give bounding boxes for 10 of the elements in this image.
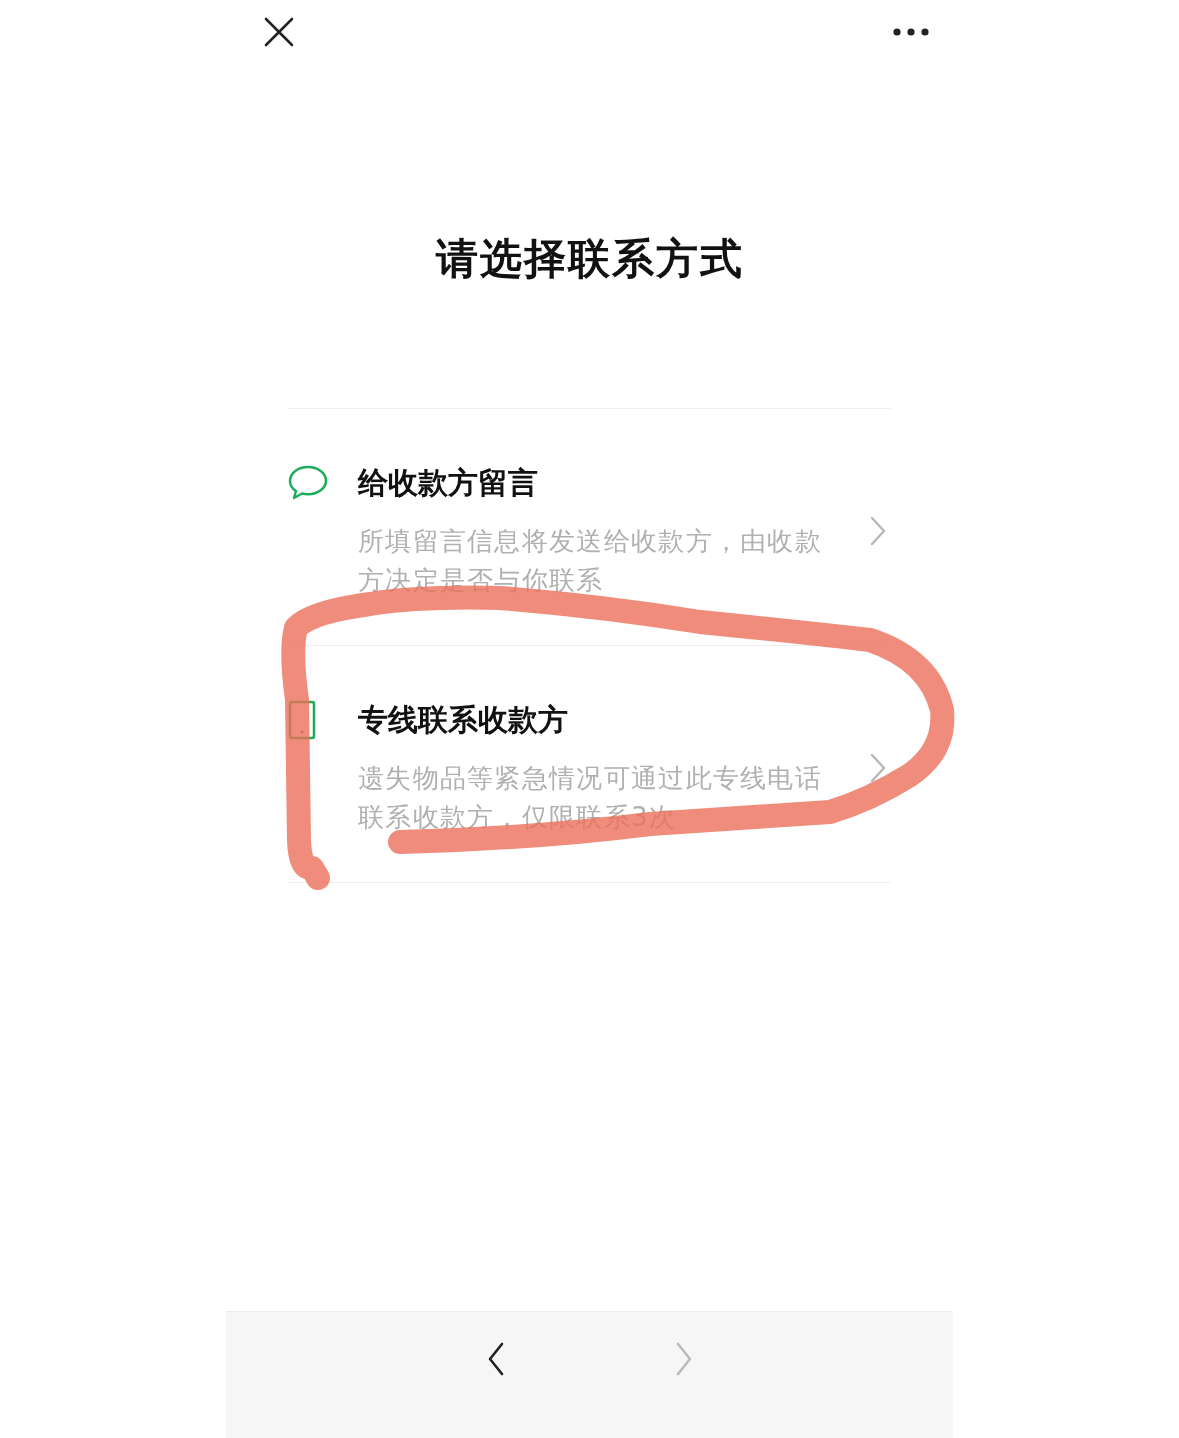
option-title: 给收款方留言 — [358, 465, 538, 501]
chevron-right-icon — [674, 1342, 693, 1376]
option-title: 专线联系收款方 — [358, 702, 568, 738]
chevron-right-icon — [869, 515, 887, 546]
more-icon[interactable] — [893, 28, 929, 36]
chevron-left-icon — [486, 1342, 505, 1376]
close-icon[interactable] — [264, 17, 294, 47]
page-title: 请选择联系方式 — [435, 233, 744, 285]
chevron-right-icon — [869, 752, 887, 783]
chat-bubble-icon — [288, 465, 328, 501]
